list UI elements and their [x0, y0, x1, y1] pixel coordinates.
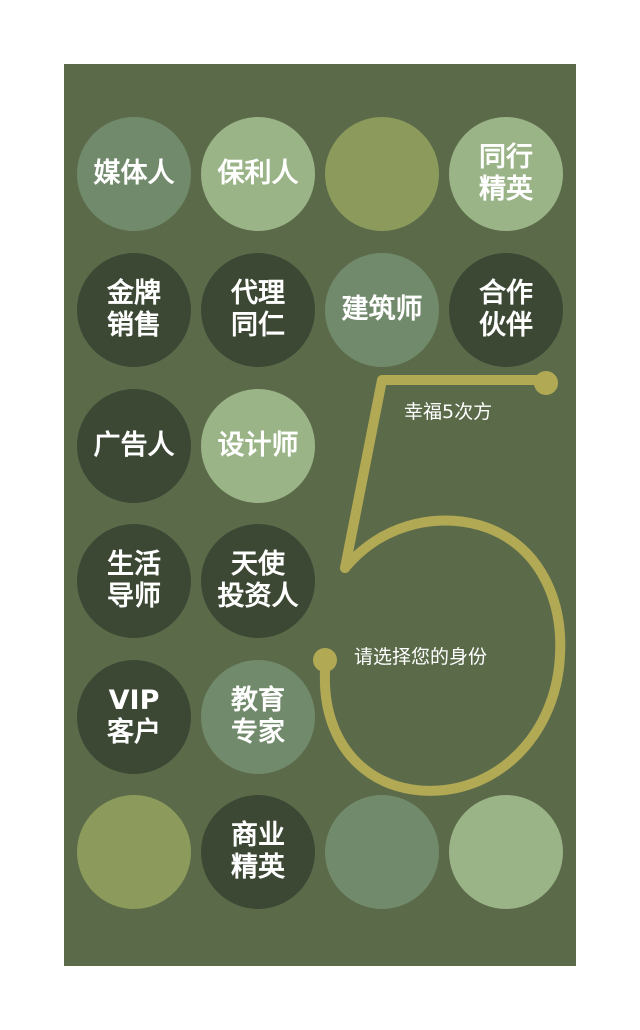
identity-agent-colleague[interactable]: 代理 同仁 — [201, 253, 315, 367]
identity-label: 保利人 — [217, 158, 299, 189]
identity-label: 代理 同仁 — [231, 278, 285, 341]
identity-label: 商业 精英 — [231, 820, 285, 883]
identity-label: 广告人 — [93, 430, 175, 461]
blank-circle — [77, 795, 191, 909]
identity-label: 生活 导师 — [107, 549, 161, 612]
identity-label: 媒体人 — [93, 158, 175, 189]
identity-poly[interactable]: 保利人 — [201, 117, 315, 231]
identity-vip-client[interactable]: VIP 客户 — [77, 660, 191, 774]
blank-circle — [325, 795, 439, 909]
identity-media[interactable]: 媒体人 — [77, 117, 191, 231]
slogan-title: 幸福5次方 — [404, 401, 493, 423]
identity-designer[interactable]: 设计师 — [201, 389, 315, 503]
identity-label: 同行 精英 — [479, 142, 533, 205]
identity-label: 设计师 — [217, 430, 299, 461]
identity-label: 金牌 销售 — [107, 278, 161, 341]
identity-education-expert[interactable]: 教育 专家 — [201, 660, 315, 774]
blank-circle — [449, 795, 563, 909]
choose-identity-prompt: 请选择您的身份 — [354, 646, 488, 668]
identity-gold-sales[interactable]: 金牌 销售 — [77, 253, 191, 367]
identity-label: 天使 投资人 — [217, 549, 299, 612]
identity-business-elite[interactable]: 商业 精英 — [201, 795, 315, 909]
identity-architect[interactable]: 建筑师 — [325, 253, 439, 367]
identity-life-mentor[interactable]: 生活 导师 — [77, 524, 191, 638]
identity-label: 建筑师 — [341, 294, 423, 325]
identity-angel-investor[interactable]: 天使 投资人 — [201, 524, 315, 638]
identity-industry-elite[interactable]: 同行 精英 — [449, 117, 563, 231]
blank-circle — [325, 117, 439, 231]
identity-label: 教育 专家 — [231, 685, 285, 748]
identity-advertiser[interactable]: 广告人 — [77, 389, 191, 503]
identity-label: VIP 客户 — [107, 685, 161, 748]
identity-label: 合作 伙伴 — [479, 278, 533, 341]
identity-partner[interactable]: 合作 伙伴 — [449, 253, 563, 367]
